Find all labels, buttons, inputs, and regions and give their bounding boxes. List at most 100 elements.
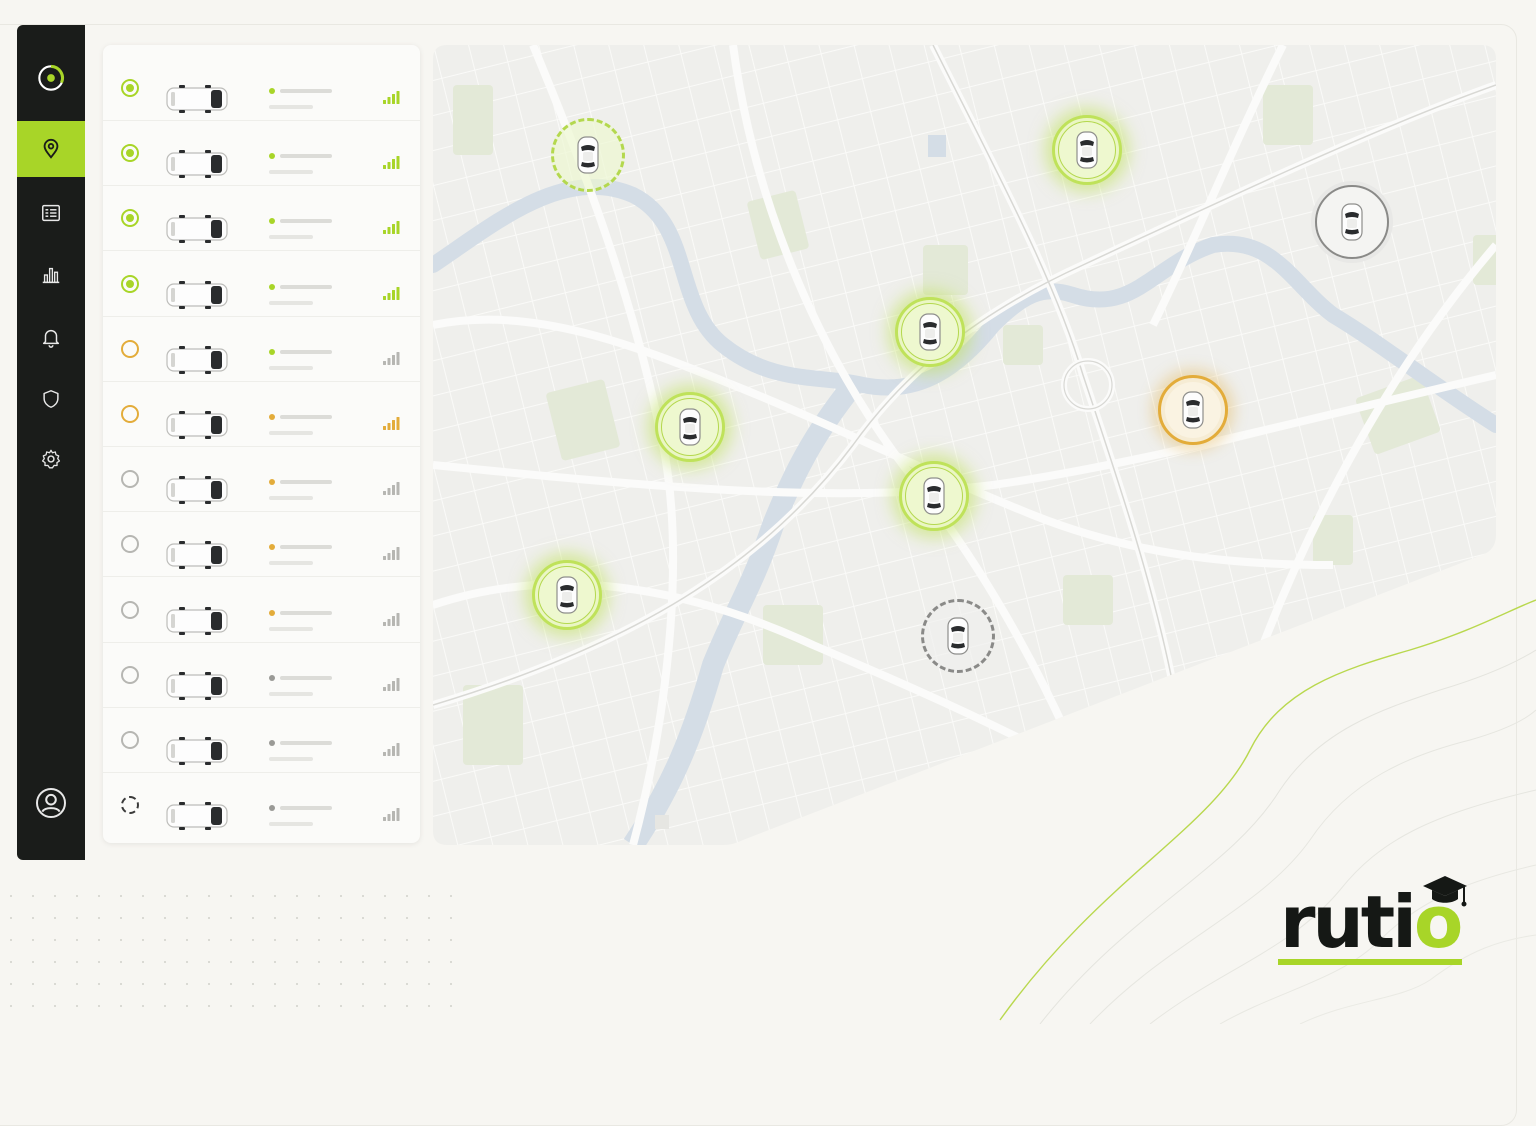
sidebar-item-reports[interactable] [17,185,85,241]
van-icon [165,475,229,510]
status-dot [269,740,275,746]
vehicle-row[interactable] [103,707,420,773]
van-icon [165,540,229,575]
user-profile-icon [36,788,66,818]
van-icon [165,214,229,249]
bell-icon [42,329,60,348]
vehicle-row[interactable] [103,511,420,578]
shield-icon [43,390,59,408]
status-indicator [121,535,139,554]
van-icon [165,84,229,119]
signal-icon [383,481,401,496]
vehicle-name-placeholder [280,89,332,93]
vehicle-detail-placeholder [269,431,313,435]
status-indicator [121,339,139,358]
status-dot [269,414,275,420]
vehicle-name-placeholder [280,284,332,289]
vehicle-row[interactable] [103,55,420,121]
sidebar-item-settings[interactable] [17,431,85,487]
status-dot [269,218,275,225]
status-dot [269,674,275,681]
dot-pattern [0,885,470,1015]
sidebar-item-profile[interactable] [17,775,85,831]
gear-icon [41,449,61,469]
status-indicator [121,470,139,489]
fleet-map[interactable] [433,45,1496,845]
vehicle-row[interactable] [103,772,420,837]
vehicle-detail-placeholder [269,561,313,566]
list-report-icon [42,204,60,222]
vehicle-marker[interactable] [551,118,625,192]
status-dot [269,805,275,812]
vehicle-detail-placeholder [269,105,313,109]
sidebar-item-map[interactable] [17,121,85,177]
van-icon [165,606,229,641]
signal-icon [383,742,401,756]
vehicle-row[interactable] [103,446,420,513]
vehicle-row[interactable] [103,316,420,382]
vehicle-detail-placeholder [269,170,313,175]
vehicle-name-placeholder [280,741,332,745]
vehicle-marker[interactable] [1158,375,1228,445]
signal-icon [383,677,401,691]
signal-icon [383,155,401,170]
vehicle-row[interactable] [103,251,420,317]
status-indicator [121,79,139,97]
signal-icon [383,286,401,300]
sidebar-item-home[interactable] [17,50,85,106]
vehicle-marker[interactable] [1052,115,1122,185]
location-pin-icon [43,138,59,159]
status-indicator [121,665,139,684]
vehicle-marker[interactable] [899,461,969,531]
sidebar-item-security[interactable] [17,371,85,427]
logo-target-icon [38,64,64,91]
status-indicator [121,796,139,815]
vehicle-name-placeholder [280,806,332,811]
status-dot [269,544,275,551]
sidebar [17,25,85,860]
vehicle-name-placeholder [280,154,332,159]
signal-icon [383,612,401,626]
vehicle-list-panel [103,45,420,843]
sidebar-item-alerts[interactable] [17,309,85,365]
logo-underline [1278,959,1462,965]
vehicle-marker[interactable] [532,560,602,630]
vehicle-detail-placeholder [269,300,313,305]
van-icon [165,345,229,380]
vehicle-name-placeholder [280,415,332,419]
status-indicator [121,731,139,749]
van-icon [165,801,229,836]
status-dot [269,283,275,290]
vehicle-detail-placeholder [269,691,313,696]
status-dot [269,153,275,160]
vehicle-detail-placeholder [269,757,313,761]
van-icon [165,410,229,445]
vehicle-marker[interactable] [895,297,965,367]
rutio-logo: rutio [1278,862,1478,972]
status-dot [269,348,275,355]
van-icon [165,149,229,184]
signal-icon [383,807,401,822]
vehicle-row[interactable] [103,642,420,708]
van-icon [165,736,229,771]
vehicle-row[interactable] [103,120,420,187]
sidebar-item-analytics[interactable] [17,247,85,303]
signal-icon [383,220,401,235]
vehicle-name-placeholder [280,349,332,354]
vehicle-name-placeholder [280,610,332,615]
vehicle-marker[interactable] [921,599,995,673]
vehicle-name-placeholder [280,545,332,550]
vehicle-marker[interactable] [655,392,725,462]
status-dot [269,479,275,486]
status-indicator [121,144,139,163]
vehicle-row[interactable] [103,185,420,252]
signal-icon [383,416,401,430]
van-icon [165,280,229,315]
vehicle-row[interactable] [103,577,420,643]
vehicle-detail-placeholder [269,496,313,501]
vehicle-detail-placeholder [269,235,313,240]
vehicle-row[interactable] [103,381,420,447]
signal-icon [383,546,401,561]
logo-wordmark: rutio [1280,880,1463,964]
vehicle-marker[interactable] [1315,185,1389,259]
